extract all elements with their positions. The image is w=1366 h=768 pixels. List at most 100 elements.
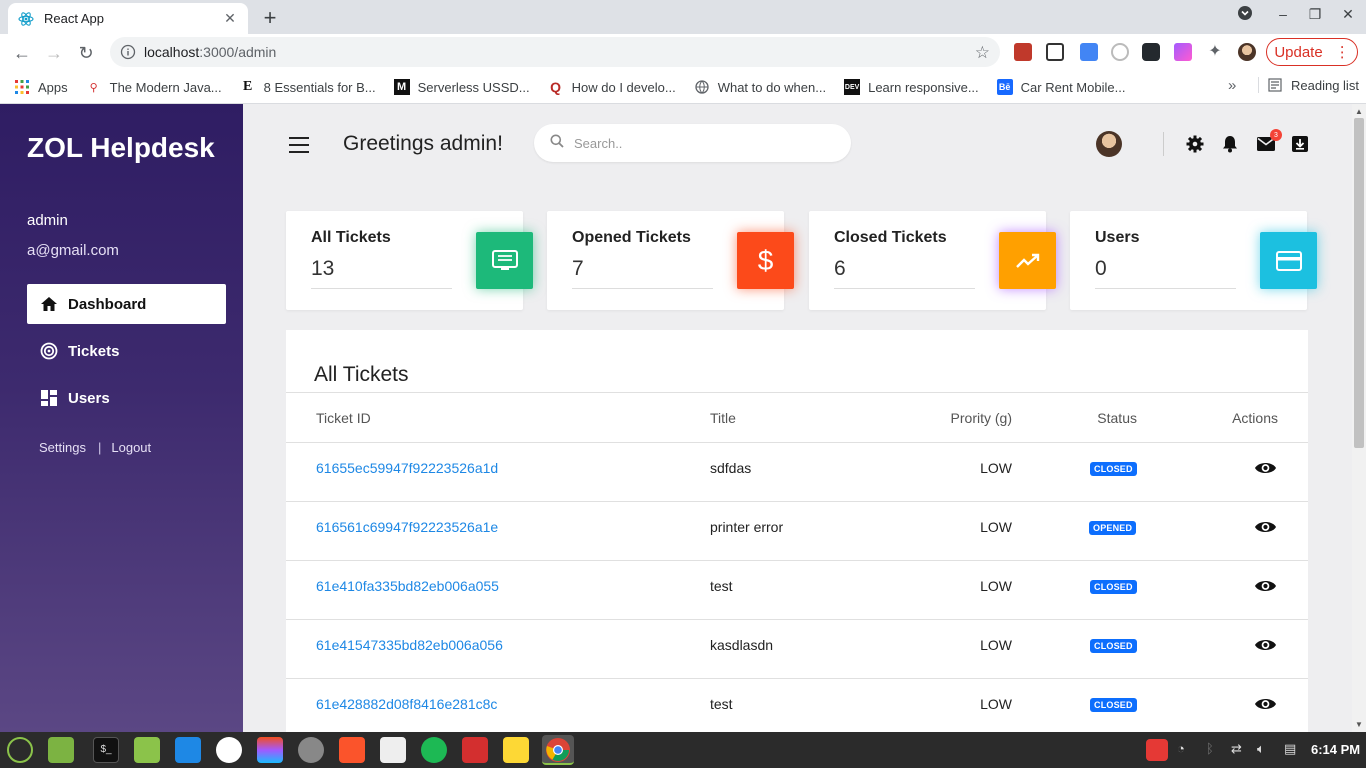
bookmark-what-to-do[interactable]: What to do when... [694,79,826,95]
scrollbar-thumb[interactable] [1354,118,1364,448]
tower-icon: ⚲ [89,81,98,94]
mongodb-compass-icon[interactable] [216,737,242,763]
bookmark-car-rent[interactable]: Bē Car Rent Mobile... [996,79,1125,95]
extension-4-icon[interactable] [1111,43,1129,61]
brave-icon[interactable] [339,737,365,763]
download-icon[interactable] [1290,134,1310,154]
scroll-up-icon[interactable]: ▲ [1354,107,1364,116]
extension-6-icon[interactable] [1174,43,1192,61]
profile-menu-icon[interactable] [1235,6,1255,23]
new-tab-button[interactable]: + [258,5,282,31]
stat-card-opened-tickets[interactable]: Opened Tickets 7 $ [547,211,794,310]
column-header-ticket-id[interactable]: Ticket ID [316,410,371,426]
sidebar-item-dashboard[interactable]: Dashboard [27,284,226,324]
address-bar[interactable]: localhost:3000/admin ☆ [110,37,1000,67]
bookmark-learn-responsive[interactable]: DEV Learn responsive... [844,79,979,95]
update-button[interactable]: Update ⋮ [1266,38,1358,66]
bell-icon[interactable] [1220,134,1240,154]
mail-icon[interactable]: 3 [1256,129,1282,154]
credit-card-icon [1260,232,1317,289]
card-title: All Tickets [311,229,391,246]
page-scrollbar[interactable]: ▲ ▼ [1352,104,1366,732]
stat-card-users[interactable]: Users 0 [1070,211,1317,310]
figma-icon[interactable] [257,737,283,763]
bookmark-serverless-ussd[interactable]: M Serverless USSD... [393,79,530,95]
ticket-id-link[interactable]: 61e428882d08f8416e281c8c [316,696,497,712]
puzzle-extensions-icon[interactable]: ✦ [1206,43,1224,61]
maximize-icon[interactable]: ❐ [1305,6,1325,23]
reading-list-button[interactable]: Reading list [1258,77,1359,93]
files-icon[interactable] [134,737,160,763]
chrome-taskbar-icon[interactable] [542,735,574,765]
bookmark-8-essentials[interactable]: E 8 Essentials for B... [240,79,376,95]
bookmarks-overflow-icon[interactable]: » [1228,77,1236,94]
sidebar-item-tickets[interactable]: Tickets [27,331,226,371]
bluetooth-icon[interactable]: ᛒ [1206,741,1214,756]
menu-toggle-icon[interactable] [289,137,309,158]
mint-menu-icon[interactable] [7,737,33,763]
calendar-icon[interactable] [380,737,406,763]
view-eye-icon[interactable] [1254,578,1277,594]
settings-link[interactable]: Settings [39,440,86,455]
back-icon[interactable]: ← [10,41,34,65]
stat-card-all-tickets[interactable]: All Tickets 13 [286,211,533,310]
sticky-notes-icon[interactable] [503,737,529,763]
sidebar-item-users[interactable]: Users [27,378,226,418]
minimize-icon[interactable]: – [1273,6,1293,22]
volume-icon[interactable]: 🔈︎ [1257,741,1265,757]
view-eye-icon[interactable] [1254,637,1277,653]
scroll-down-icon[interactable]: ▼ [1354,720,1364,729]
column-header-priority[interactable]: Prority (g) [951,410,1012,426]
view-eye-icon[interactable] [1254,519,1277,535]
clock-tray-icon[interactable]: ◔ [1177,741,1185,756]
bookmark-how-do-i-develop[interactable]: Q How do I develo... [548,79,676,95]
reload-icon[interactable]: ↻ [74,41,98,65]
mendeley-icon[interactable] [462,737,488,763]
column-header-title[interactable]: Title [710,410,736,426]
forward-icon[interactable]: → [42,41,66,65]
sidebar-user-name: admin [27,212,68,229]
taskbar-clock[interactable]: 6:14 PM [1311,742,1360,757]
vscode-icon[interactable] [175,737,201,763]
ticket-id-link[interactable]: 61e410fa335bd82eb006a055 [316,578,499,594]
github-icon[interactable] [1142,43,1160,61]
info-icon[interactable] [120,44,136,60]
avatar[interactable] [1096,131,1122,157]
view-eye-icon[interactable] [1254,460,1277,476]
bookmark-apps[interactable]: Apps [14,79,68,95]
dev-logo-icon: DEV [844,79,861,95]
search-box[interactable] [534,124,851,162]
ticket-id-link[interactable]: 61655ec59947f92223526a1d [316,460,498,476]
bookmark-star-icon[interactable]: ☆ [975,43,990,63]
browser-tab[interactable]: React App ✕ [8,3,248,34]
logout-link[interactable]: Logout [111,440,151,455]
clipboard-icon[interactable]: ▤ [1284,741,1296,757]
bookmark-modern-java[interactable]: ⚲ The Modern Java... [86,79,222,95]
tray-app-icon[interactable] [1146,739,1168,761]
column-header-actions[interactable]: Actions [1232,410,1278,426]
search-input[interactable] [574,135,834,151]
gear-icon[interactable] [1185,134,1205,154]
divider [311,288,452,289]
table-row: 61e41547335bd82eb006a056 kasdlasdn LOW C… [286,620,1308,679]
brand-title[interactable]: ZOL Helpdesk [27,132,215,164]
close-tab-icon[interactable]: ✕ [222,10,238,27]
extension-3-icon[interactable] [1080,43,1098,61]
extension-2-icon[interactable] [1046,43,1064,61]
column-header-status[interactable]: Status [1097,410,1137,426]
home-icon [39,294,59,314]
profile-avatar-icon[interactable] [1238,43,1256,61]
terminal-icon[interactable]: $_ [93,737,119,763]
stat-card-closed-tickets[interactable]: Closed Tickets 6 [809,211,1056,310]
status-badge: CLOSED [1090,580,1137,594]
show-desktop-icon[interactable] [48,737,74,763]
extension-1-icon[interactable] [1014,43,1032,61]
ticket-id-link[interactable]: 61e41547335bd82eb006a056 [316,637,503,653]
view-eye-icon[interactable] [1254,696,1277,712]
ticket-id-link[interactable]: 616561c69947f92223526a1e [316,519,498,535]
close-window-icon[interactable]: ✕ [1338,6,1358,23]
spotify-icon[interactable] [421,737,447,763]
browser-tab-strip: React App ✕ + – ❐ ✕ [0,0,1366,34]
network-icon[interactable]: ⇄ [1231,741,1242,757]
network-app-icon[interactable] [298,737,324,763]
